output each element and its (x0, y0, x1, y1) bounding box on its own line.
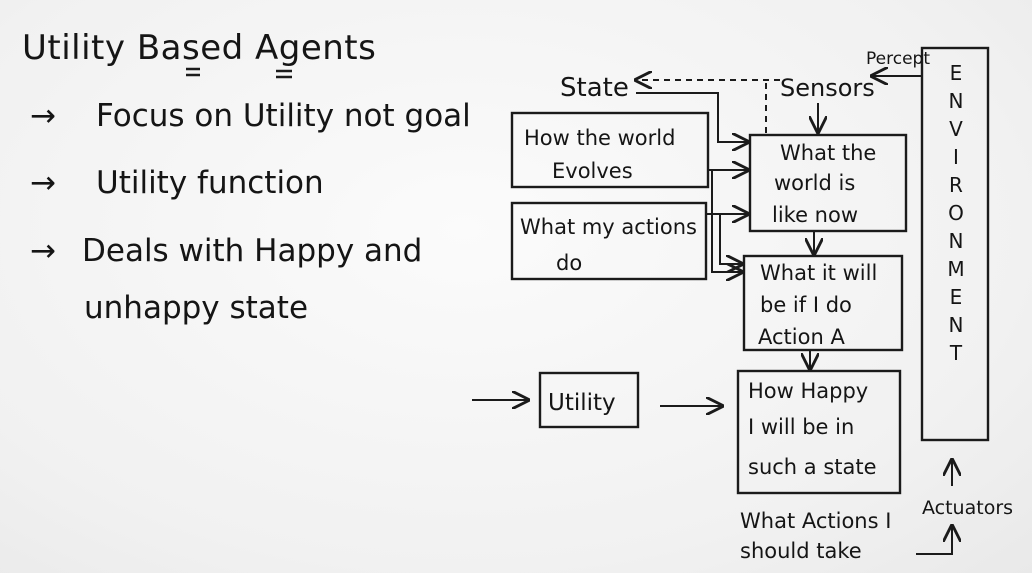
what-actions-line1: What Actions I (740, 509, 891, 533)
agent-diagram: State Sensors Percept How the world Evol… (472, 46, 1013, 563)
environment-letter: O (948, 201, 964, 225)
actuators-label: Actuators (922, 497, 1013, 519)
happy-line2: I will be in (748, 415, 854, 439)
my-actions-line2: do (556, 251, 582, 275)
environment-letter: N (949, 313, 964, 337)
percept-label: Percept (866, 49, 930, 69)
whiteboard: Utility Based Agents → Focus on Utility n… (0, 0, 1032, 573)
world-evolves-line2: Evolves (552, 159, 633, 183)
my-actions-line1: What my actions (520, 215, 697, 239)
environment-letter: T (949, 341, 963, 365)
action-a-line3: Action A (758, 325, 845, 349)
actions-to-action-arrow (719, 214, 742, 264)
world-evolves-line1: How the world (524, 126, 675, 150)
environment-letter: E (950, 61, 963, 85)
happy-line1: How Happy (748, 379, 868, 403)
actions-to-actuators-arrow (916, 526, 952, 555)
evolves-to-action-arrow (711, 170, 742, 272)
world-now-line3: like now (772, 203, 858, 227)
world-now-line1: What the (780, 141, 876, 165)
environment-letter: M (947, 257, 964, 281)
environment-letter: E (950, 285, 963, 309)
environment-letter: V (949, 117, 963, 141)
what-actions-line2: should take (740, 539, 862, 563)
environment-letter: R (949, 173, 963, 197)
utility-label: Utility (548, 390, 616, 416)
action-a-line1: What it will (760, 261, 877, 285)
world-now-line2: world is (774, 171, 855, 195)
environment-letter: I (953, 145, 959, 169)
environment-letter: N (949, 89, 964, 113)
action-a-line2: be if I do (760, 293, 852, 317)
environment-letter: N (949, 229, 964, 253)
sensors-label: Sensors (780, 74, 875, 102)
happy-line3: such a state (748, 455, 877, 479)
state-label: State (560, 73, 629, 103)
